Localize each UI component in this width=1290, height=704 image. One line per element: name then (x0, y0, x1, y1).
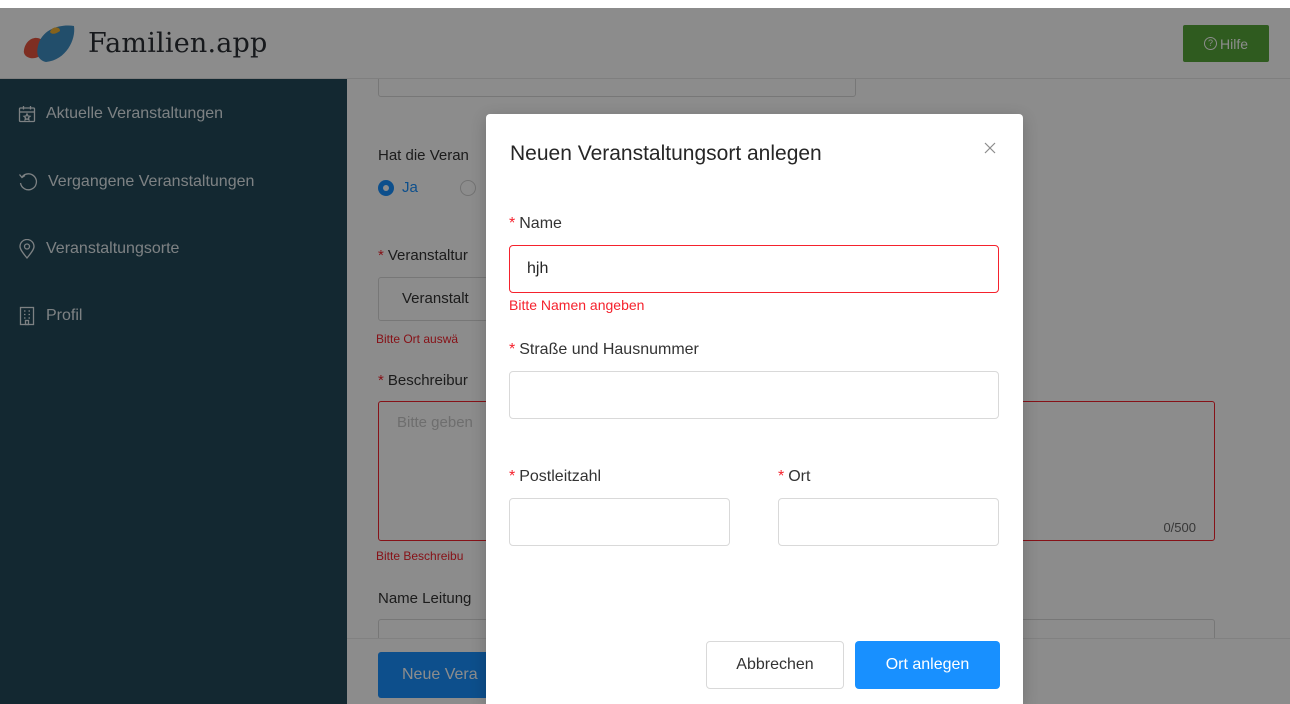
name-input[interactable] (509, 245, 999, 293)
city-input[interactable] (778, 498, 999, 546)
cancel-button[interactable]: Abbrechen (706, 641, 844, 689)
name-label: * Name (509, 215, 562, 232)
zip-label: * Postleitzahl (509, 468, 602, 485)
modal-title: Neuen Veranstaltungsort anlegen (510, 142, 822, 165)
name-error: Bitte Namen angeben (509, 297, 645, 313)
street-label: * Straße und Hausnummer (509, 341, 699, 358)
close-icon[interactable] (981, 139, 999, 157)
create-location-button[interactable]: Ort anlegen (855, 641, 1000, 689)
street-input[interactable] (509, 371, 999, 419)
new-location-modal: Neuen Veranstaltungsort anlegen *Name Bi… (486, 114, 1023, 704)
zip-input[interactable] (509, 498, 730, 546)
city-label: * Ort (778, 468, 811, 485)
